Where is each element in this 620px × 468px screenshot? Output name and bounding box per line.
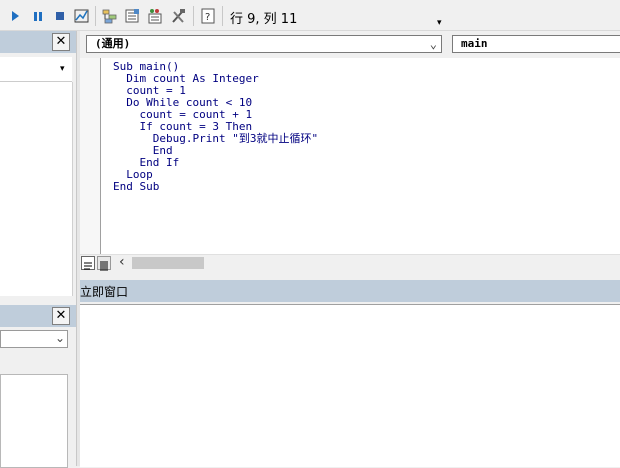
procedure-combo-value: main [461, 37, 488, 50]
code-horizontal-scrollbar[interactable]: ‹ [80, 254, 620, 271]
properties-grid[interactable] [0, 374, 68, 468]
project-pane-toolbar: ▾ [0, 57, 72, 82]
help-icon[interactable]: ? [199, 7, 217, 25]
object-browser-icon[interactable] [146, 7, 164, 25]
properties-pane-close-button[interactable]: ✕ [52, 307, 70, 325]
properties-icon[interactable] [123, 7, 141, 25]
window-splitter[interactable] [80, 271, 620, 280]
scroll-left-icon[interactable]: ‹ [119, 254, 125, 270]
design-mode-icon[interactable] [72, 7, 90, 25]
scrollbar-thumb[interactable] [132, 257, 204, 269]
cursor-position-status: 行 9, 列 11 [230, 12, 298, 27]
project-tree[interactable] [0, 82, 73, 296]
object-combo[interactable]: (通用) ⌄ [86, 35, 442, 53]
code-line[interactable]: End Sub [113, 181, 318, 193]
properties-pane-body [0, 352, 72, 468]
code-margin-divider [100, 58, 101, 270]
standard-toolbar: ? 行 9, 列 11 ▾ [0, 0, 620, 31]
chevron-down-icon: ⌄ [429, 37, 437, 51]
properties-object-dropdown[interactable]: ⌄ [0, 330, 68, 348]
toolbox-icon[interactable] [169, 7, 187, 25]
immediate-window-title: 立即窗口 [80, 285, 129, 299]
full-module-view-button[interactable] [97, 256, 111, 271]
object-combo-value: (通用) [95, 37, 131, 50]
immediate-window-body[interactable] [80, 304, 620, 467]
close-icon: ✕ [55, 34, 67, 49]
run-icon[interactable] [8, 7, 22, 25]
code-window-combo-bar: (通用) ⌄ main [80, 31, 620, 57]
close-icon: ✕ [55, 308, 67, 323]
procedure-view-button[interactable] [81, 256, 95, 270]
reset-icon[interactable] [52, 7, 68, 25]
svg-text:?: ? [205, 12, 210, 23]
immediate-window-header: 立即窗口 [80, 280, 620, 302]
toolbar-options-chevron-icon[interactable]: ▾ [437, 18, 442, 28]
pause-icon[interactable] [30, 7, 46, 25]
project-pane-close-button[interactable]: ✕ [52, 33, 70, 51]
code-margin-indicator-bar[interactable] [80, 58, 100, 254]
chevron-down-icon: ⌄ [55, 331, 66, 345]
project-explorer-icon[interactable] [100, 7, 118, 25]
chevron-down-icon[interactable]: ▾ [60, 64, 65, 74]
procedure-combo[interactable]: main [452, 35, 620, 53]
code-text[interactable]: Sub main() Dim count As Integer count = … [113, 61, 318, 193]
